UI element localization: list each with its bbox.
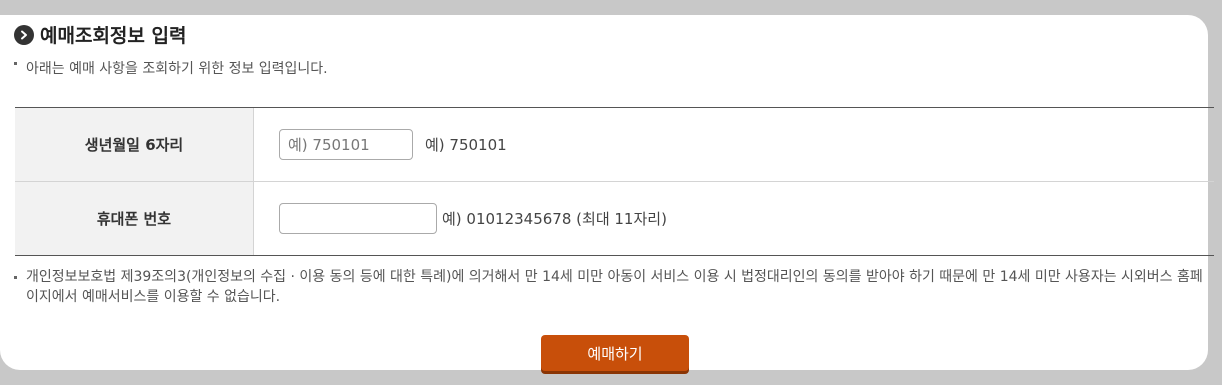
lookup-form-table: 생년월일 6자리 예) 750101 휴대폰 번호 예) 01012345678… bbox=[15, 107, 1214, 256]
section-title: 예매조회정보 입력 bbox=[14, 21, 186, 48]
birth-label: 생년월일 6자리 bbox=[15, 108, 254, 181]
phone-input[interactable] bbox=[279, 203, 437, 234]
privacy-notice: 개인정보보호법 제39조의3(개인정보의 수집 · 이용 동의 등에 대한 특례… bbox=[14, 267, 1204, 307]
phone-field-cell: 예) 01012345678 (최대 11자리) bbox=[254, 182, 1214, 255]
birth-input[interactable] bbox=[279, 129, 413, 160]
birth-field-cell: 예) 750101 bbox=[254, 108, 1214, 181]
bullet-icon bbox=[14, 276, 17, 279]
bullet-icon bbox=[14, 61, 17, 65]
birth-hint: 예) 750101 bbox=[425, 136, 507, 154]
section-description-text: 아래는 예매 사항을 조회하기 위한 정보 입력입니다. bbox=[26, 61, 328, 77]
phone-hint: 예) 01012345678 (최대 11자리) bbox=[442, 210, 667, 228]
chevron-right-circle-icon bbox=[14, 24, 34, 45]
section-description: 아래는 예매 사항을 조회하기 위한 정보 입력입니다. bbox=[14, 58, 328, 78]
section-title-text: 예매조회정보 입력 bbox=[40, 25, 187, 47]
privacy-notice-text: 개인정보보호법 제39조의3(개인정보의 수집 · 이용 동의 등에 대한 특례… bbox=[26, 269, 1203, 305]
form-row-birth: 생년월일 6자리 예) 750101 bbox=[15, 108, 1214, 181]
form-row-phone: 휴대폰 번호 예) 01012345678 (최대 11자리) bbox=[15, 181, 1214, 255]
reserve-button[interactable]: 예매하기 bbox=[541, 335, 689, 371]
phone-label: 휴대폰 번호 bbox=[15, 182, 254, 255]
reservation-lookup-panel: 예매조회정보 입력 아래는 예매 사항을 조회하기 위한 정보 입력입니다. 생… bbox=[0, 15, 1214, 371]
